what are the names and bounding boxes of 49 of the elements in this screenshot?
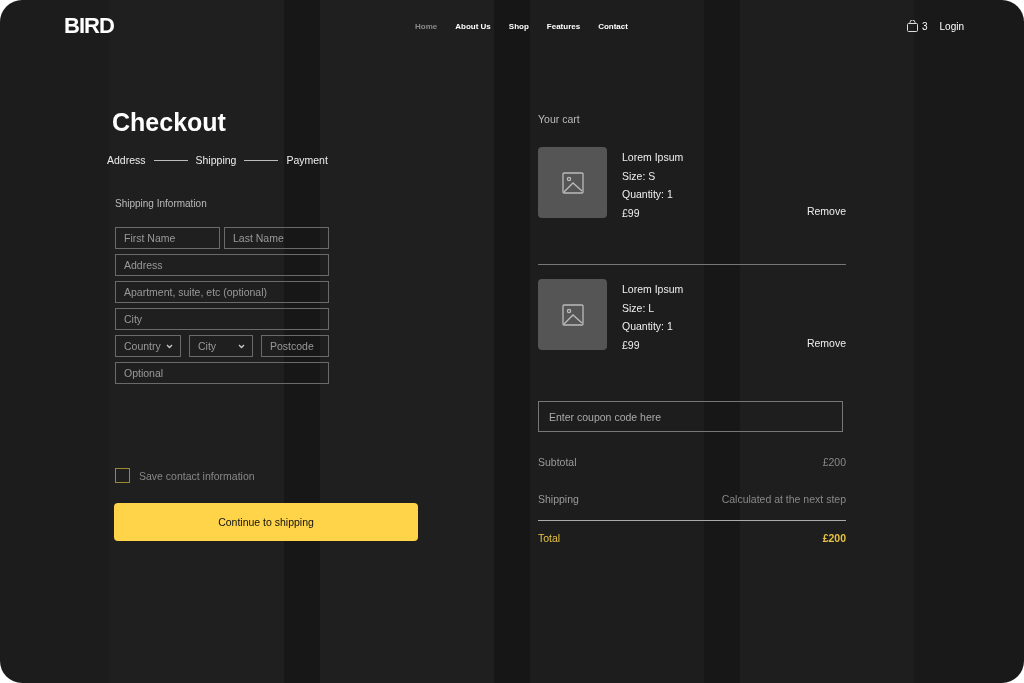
select-field[interactable]: City <box>189 335 253 357</box>
product-name: Lorem Ipsum <box>622 283 685 297</box>
input-field[interactable]: Postcode <box>261 335 329 357</box>
input-field[interactable]: Optional <box>115 362 329 384</box>
summary-label: Subtotal <box>538 456 577 468</box>
remove-link[interactable]: Remove <box>806 205 846 217</box>
summary-value: £200 <box>822 456 846 468</box>
summary-label: Shipping <box>538 493 579 505</box>
step-label: Shipping <box>195 154 237 166</box>
nav-link[interactable]: Shop <box>508 21 529 31</box>
bag-icon <box>906 20 918 32</box>
login-link[interactable]: Login <box>939 20 964 32</box>
coupon-field[interactable]: Enter coupon code here <box>538 401 843 432</box>
cart-count: 3 <box>921 20 928 32</box>
input-field[interactable]: First Name <box>115 227 220 249</box>
input-field[interactable]: Last Name <box>224 227 329 249</box>
logo[interactable]: BIRD <box>64 13 404 39</box>
select-field[interactable]: Country <box>115 335 181 357</box>
step-label: Address <box>107 154 146 166</box>
cart-title: Your cart <box>538 113 581 125</box>
image-icon <box>560 170 585 195</box>
product-price: £99 <box>622 206 641 220</box>
image-icon <box>560 302 585 327</box>
checkbox[interactable] <box>115 468 130 483</box>
product-size: Size: L <box>622 301 656 315</box>
summary-value: £200 <box>822 532 846 544</box>
chevron-down-icon <box>238 343 245 349</box>
product-size: Size: S <box>622 169 657 183</box>
checkbox-label: Save contact information <box>139 469 255 482</box>
cart-link[interactable]: 3 <box>906 20 928 32</box>
step-label: Payment <box>286 154 328 166</box>
input-field[interactable]: Address <box>115 254 329 276</box>
page-title: Checkout <box>112 107 227 137</box>
nav-link[interactable]: About Us <box>455 21 491 31</box>
input-field[interactable]: City <box>115 308 329 330</box>
summary-value: Calculated at the next step <box>721 493 846 505</box>
continue-button[interactable]: Continue to shipping <box>114 503 418 541</box>
section-title: Shipping Information <box>115 198 208 209</box>
summary-label: Total <box>538 532 561 544</box>
nav-link[interactable]: Contact <box>598 21 628 31</box>
input-field[interactable]: Apartment, suite, etc (optional) <box>115 281 329 303</box>
product-price: £99 <box>622 338 641 352</box>
nav-link[interactable]: Features <box>546 21 581 31</box>
product-name: Lorem Ipsum <box>622 151 685 165</box>
product-quantity: Quantity: 1 <box>622 188 674 202</box>
remove-link[interactable]: Remove <box>806 337 846 349</box>
nav-link[interactable]: Home <box>415 21 438 31</box>
product-quantity: Quantity: 1 <box>622 320 674 334</box>
chevron-down-icon <box>166 343 173 349</box>
